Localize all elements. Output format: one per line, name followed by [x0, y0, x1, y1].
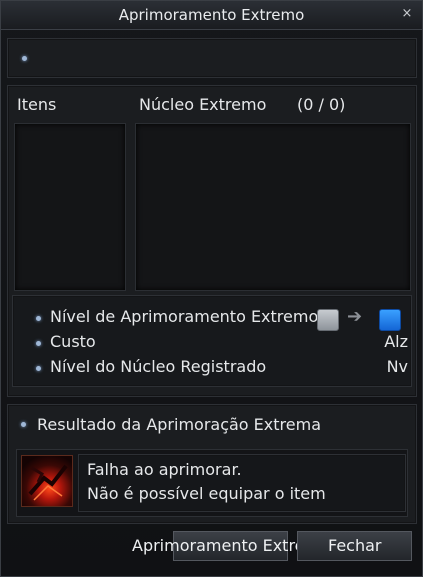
core-label: Núcleo Extremo	[139, 95, 267, 114]
result-box: Falha ao aprimorar. Não é possível equip…	[16, 449, 408, 517]
arrow-icon: ➔	[347, 306, 363, 327]
bullet-icon	[21, 422, 26, 427]
bullet-icon	[36, 316, 41, 321]
core-slot-area[interactable]	[135, 123, 411, 291]
result-text-box: Falha ao aprimorar. Não é possível equip…	[78, 454, 406, 512]
cost-label: Custo	[50, 332, 96, 351]
bullet-icon	[22, 56, 27, 61]
result-panel: Resultado da Aprimoração Extrema Falha a…	[7, 404, 417, 524]
window-title: Aprimoramento Extremo	[118, 6, 305, 24]
title-bar[interactable]: Aprimoramento Extremo ×	[1, 1, 422, 30]
result-line-1: Falha ao aprimorar.	[87, 460, 242, 479]
result-header: Resultado da Aprimoração Extrema	[37, 415, 321, 434]
items-label: Itens	[17, 95, 57, 114]
item-slot[interactable]	[14, 123, 126, 291]
enhancement-panel: Itens Núcleo Extremo (0 / 0) Nível de Ap…	[7, 85, 417, 397]
next-level-icon	[379, 309, 401, 331]
core-level-label: Nível do Núcleo Registrado	[50, 357, 267, 376]
extreme-enhancement-window: Aprimoramento Extremo × Itens Núcleo Ext…	[0, 0, 423, 577]
current-level-icon	[317, 309, 339, 331]
close-icon[interactable]: ×	[400, 7, 414, 21]
level-label: Nível de Aprimoramento Extremo	[50, 307, 319, 326]
core-level-value: Nv	[386, 357, 408, 376]
bullet-icon	[36, 366, 41, 371]
close-button[interactable]: Fechar	[297, 531, 412, 561]
extreme-enhance-button[interactable]: Aprimoramento Extremo	[132, 531, 330, 561]
message-panel	[7, 38, 417, 78]
info-panel: Nível de Aprimoramento Extremo ➔ Custo A…	[12, 295, 412, 387]
failure-icon	[21, 455, 73, 507]
cost-value: Alz	[384, 332, 408, 351]
result-line-2: Não é possível equipar o item	[87, 484, 326, 503]
bullet-icon	[36, 341, 41, 346]
core-count: (0 / 0)	[297, 95, 346, 114]
